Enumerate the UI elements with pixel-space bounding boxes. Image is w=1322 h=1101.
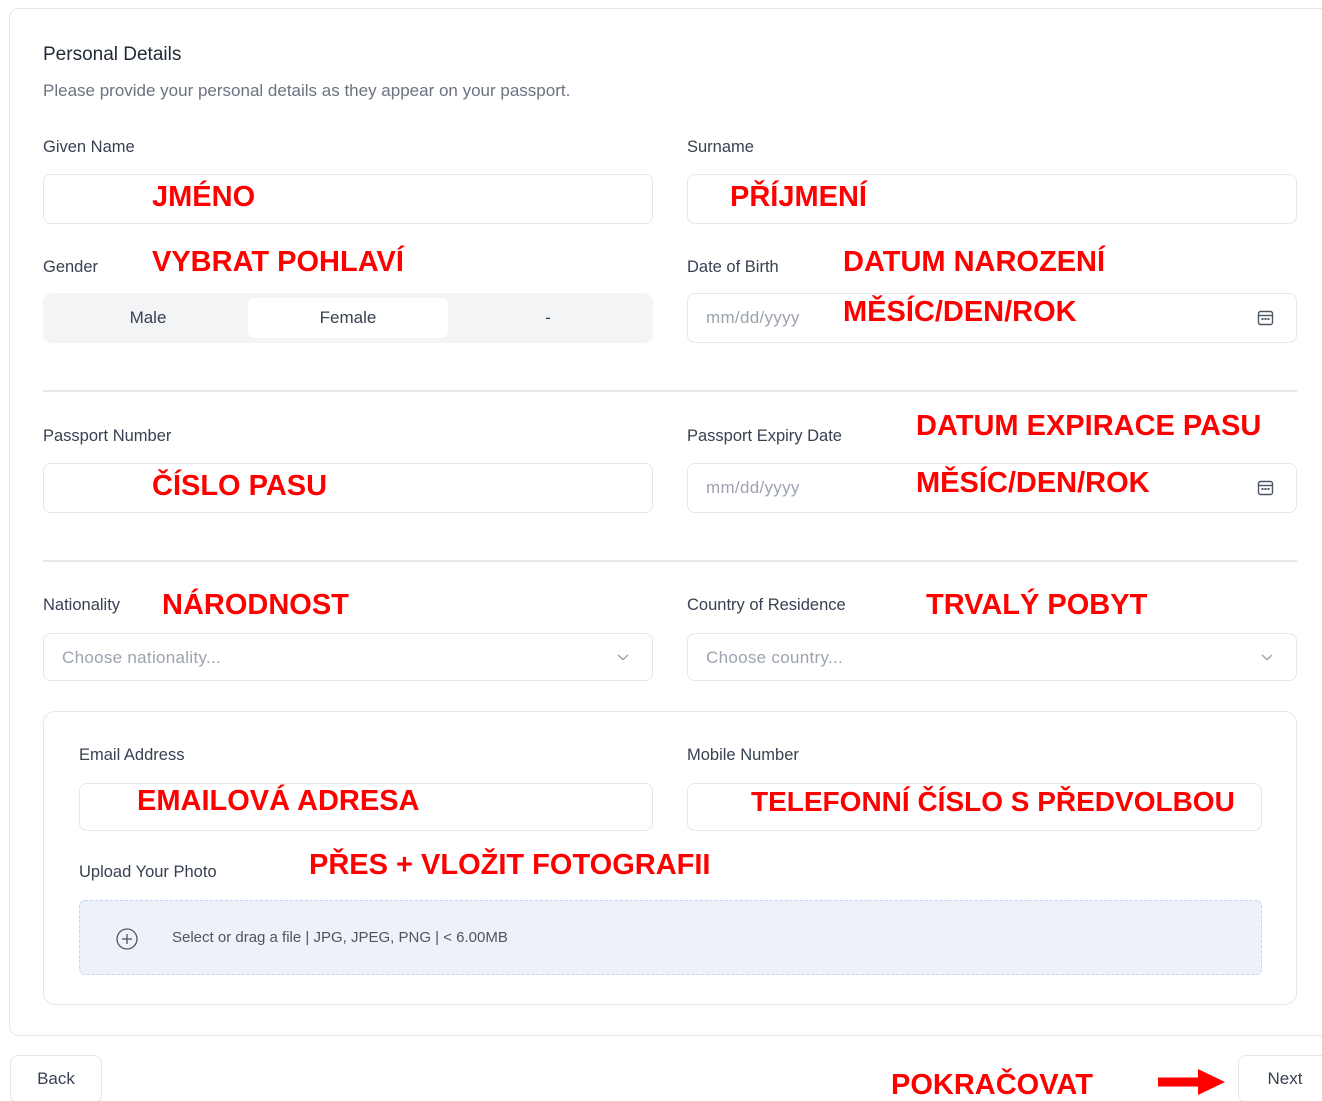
passport-number-label: Passport Number xyxy=(43,427,172,445)
given-name-input[interactable] xyxy=(43,174,653,224)
mobile-label: Mobile Number xyxy=(687,746,799,764)
arrow-right-icon xyxy=(1158,1069,1225,1095)
chevron-down-icon xyxy=(1261,654,1273,661)
divider xyxy=(43,390,1297,392)
next-button[interactable]: Next xyxy=(1238,1055,1322,1101)
annotation-passport-expiry: DATUM EXPIRACE PASU xyxy=(916,410,1262,442)
nationality-select[interactable]: Choose nationality... xyxy=(43,633,653,681)
annotation-nationality: NÁRODNOST xyxy=(162,589,349,621)
gender-option-male[interactable]: Male xyxy=(48,298,248,338)
divider xyxy=(43,560,1297,562)
annotation-email: EMAILOVÁ ADRESA xyxy=(137,785,420,817)
annotation-passport-expiry-format: MĚSÍC/DEN/ROK xyxy=(916,467,1150,499)
gender-label: Gender xyxy=(43,258,99,276)
residence-placeholder: Choose country... xyxy=(706,648,844,667)
residence-select[interactable]: Choose country... xyxy=(687,633,1297,681)
passport-number-input[interactable] xyxy=(43,463,653,513)
dob-placeholder: mm/dd/yyyy xyxy=(706,308,800,327)
back-button[interactable]: Back xyxy=(10,1055,102,1101)
gender-option-female[interactable]: Female xyxy=(248,298,448,338)
given-name-label: Given Name xyxy=(43,138,135,156)
section-subtitle: Please provide your personal details as … xyxy=(43,81,571,100)
annotation-photo: PŘES + VLOŽIT FOTOGRAFII xyxy=(309,849,711,881)
annotation-mobile: TELEFONNÍ ČÍSLO S PŘEDVOLBOU xyxy=(751,786,1235,817)
surname-label: Surname xyxy=(687,138,754,156)
email-label: Email Address xyxy=(79,746,185,764)
annotation-gender: VYBRAT POHLAVÍ xyxy=(152,246,404,278)
annotation-surname: PŘÍJMENÍ xyxy=(730,181,867,213)
passport-expiry-label: Passport Expiry Date xyxy=(687,427,842,445)
passport-expiry-placeholder: mm/dd/yyyy xyxy=(706,478,800,497)
nationality-placeholder: Choose nationality... xyxy=(62,648,222,667)
calendar-icon[interactable] xyxy=(1257,309,1274,326)
chevron-down-icon xyxy=(617,654,629,661)
section-title: Personal Details xyxy=(43,44,182,65)
dropzone-hint: Select or drag a file | JPG, JPEG, PNG |… xyxy=(172,929,508,946)
dob-label: Date of Birth xyxy=(687,258,779,276)
plus-circle-icon[interactable] xyxy=(115,927,139,951)
photo-label: Upload Your Photo xyxy=(79,863,217,881)
annotation-passport-number: ČÍSLO PASU xyxy=(152,470,328,502)
nationality-label: Nationality xyxy=(43,596,121,614)
residence-label: Country of Residence xyxy=(687,596,846,614)
calendar-icon[interactable] xyxy=(1257,479,1274,496)
photo-dropzone[interactable]: Select or drag a file | JPG, JPEG, PNG |… xyxy=(79,900,1262,975)
gender-option-unspecified[interactable]: - xyxy=(448,298,648,338)
annotation-given-name: JMÉNO xyxy=(152,181,256,213)
annotation-dob-format: MĚSÍC/DEN/ROK xyxy=(843,296,1077,328)
annotation-residence: TRVALÝ POBYT xyxy=(926,589,1148,621)
annotation-dob: DATUM NAROZENÍ xyxy=(843,246,1106,278)
gender-segmented-control: Male Female - xyxy=(43,293,653,343)
annotation-next: POKRAČOVAT xyxy=(891,1069,1093,1101)
